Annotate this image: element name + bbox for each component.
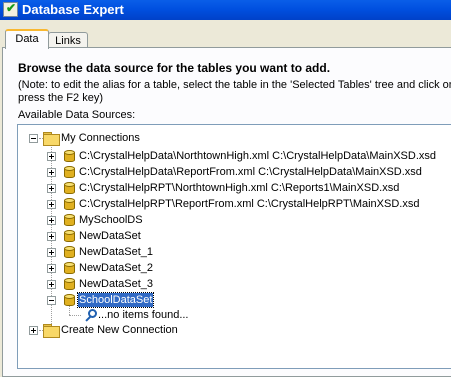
tree-node-label[interactable]: NewDataSet_3 bbox=[79, 277, 153, 291]
alias-note: (Note: to edit the alias for a table, se… bbox=[18, 79, 451, 105]
database-icon bbox=[64, 214, 75, 226]
database-icon bbox=[64, 278, 75, 290]
tree-node-my-connections[interactable]: My Connections bbox=[61, 131, 140, 145]
database-icon bbox=[64, 198, 75, 210]
app-icon: ✔ bbox=[3, 1, 18, 17]
expand-toggle[interactable] bbox=[47, 216, 56, 225]
tree-node-create-new-connection[interactable]: Create New Connection bbox=[61, 323, 178, 337]
tab-links[interactable]: Links bbox=[48, 32, 88, 48]
folder-icon bbox=[43, 324, 60, 338]
database-icon bbox=[64, 294, 75, 306]
tree-node-label[interactable]: C:\CrystalHelpData\NorthtownHigh.xml C:\… bbox=[79, 149, 436, 163]
tree-node-label[interactable]: C:\CrystalHelpRPT\ReportFrom.xml C:\Crys… bbox=[79, 197, 419, 211]
expand-toggle[interactable] bbox=[47, 168, 56, 177]
folder-icon bbox=[43, 132, 60, 146]
collapse-my-connections-toggle[interactable] bbox=[29, 134, 38, 143]
tree-node-label[interactable]: MySchoolDS bbox=[79, 213, 143, 227]
expand-toggle[interactable] bbox=[47, 232, 56, 241]
expand-toggle[interactable] bbox=[47, 248, 56, 257]
database-icon bbox=[64, 150, 75, 162]
tab-data[interactable]: Data bbox=[5, 29, 49, 49]
database-icon bbox=[64, 182, 75, 194]
expand-create-connection-toggle[interactable] bbox=[29, 326, 38, 335]
tree-node-label[interactable]: NewDataSet_1 bbox=[79, 245, 153, 259]
window-title: Database Expert bbox=[22, 2, 124, 17]
tree-node-label[interactable]: C:\CrystalHelpRPT\NorthtownHigh.xml C:\R… bbox=[79, 181, 399, 195]
expand-toggle[interactable] bbox=[47, 200, 56, 209]
title-bar[interactable]: ✔ Database Expert bbox=[0, 0, 451, 20]
search-key-icon bbox=[83, 309, 97, 322]
collapse-toggle[interactable] bbox=[47, 296, 56, 305]
expand-toggle[interactable] bbox=[47, 264, 56, 273]
note-line-1: (Note: to edit the alias for a table, se… bbox=[18, 79, 451, 91]
database-icon bbox=[64, 230, 75, 242]
tree-node-label-selected[interactable]: SchoolDataSet bbox=[76, 292, 155, 308]
tree-node-no-items[interactable]: ...no items found... bbox=[98, 308, 189, 322]
tree-node-label[interactable]: NewDataSet_2 bbox=[79, 261, 153, 275]
page-heading: Browse the data source for the tables yo… bbox=[18, 61, 331, 75]
database-icon bbox=[64, 262, 75, 274]
available-sources-label: Available Data Sources: bbox=[18, 109, 136, 121]
tree-node-label[interactable]: NewDataSet bbox=[79, 229, 141, 243]
expand-toggle[interactable] bbox=[47, 280, 56, 289]
data-sources-tree[interactable]: My Connections C:\CrystalHelpData\Northt… bbox=[17, 124, 451, 369]
expand-toggle[interactable] bbox=[47, 152, 56, 161]
database-icon bbox=[64, 166, 75, 178]
note-line-2: press the F2 key) bbox=[18, 92, 103, 104]
expand-toggle[interactable] bbox=[47, 184, 56, 193]
tree-node-label[interactable]: C:\CrystalHelpData\ReportFrom.xml C:\Cry… bbox=[79, 165, 422, 179]
database-icon bbox=[64, 246, 75, 258]
tab-strip: Data Links bbox=[0, 20, 451, 49]
